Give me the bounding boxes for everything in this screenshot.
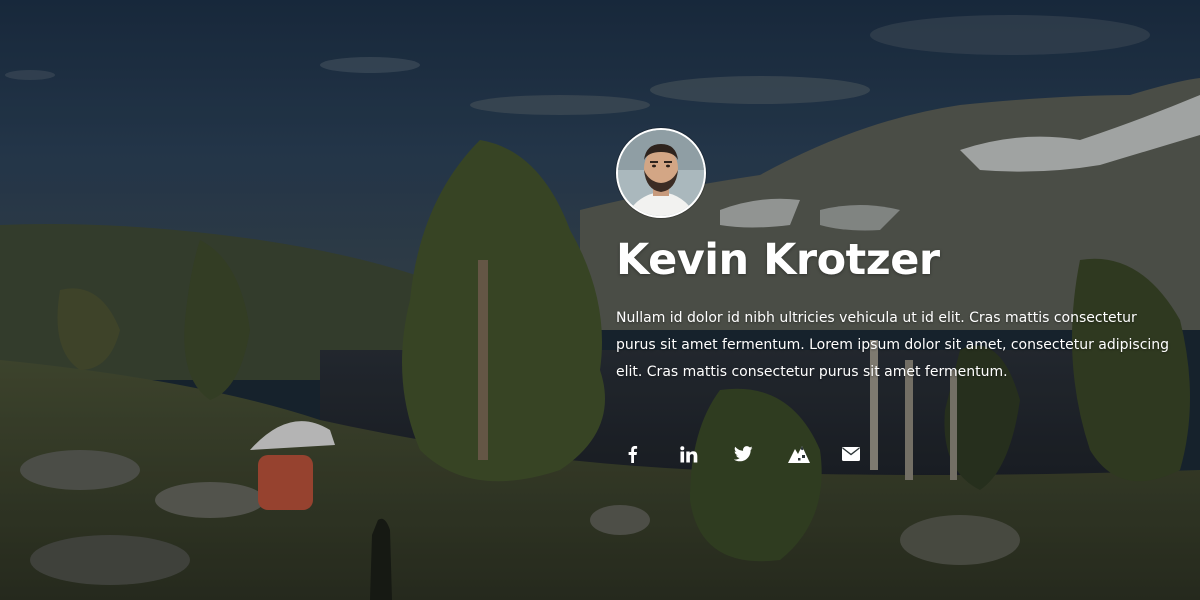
email-link[interactable]	[834, 438, 888, 470]
avatar	[616, 128, 706, 218]
profile-bio: Nullam id dolor id nibh ultricies vehicu…	[616, 310, 1170, 381]
profile-name: Kevin Krotzer	[616, 235, 940, 285]
social-links	[618, 438, 1186, 470]
facebook-link[interactable]	[618, 438, 672, 470]
profile-photo-icon	[618, 130, 704, 216]
linkedin-icon	[680, 445, 698, 463]
linkedin-link[interactable]	[672, 438, 726, 470]
facebook-icon	[628, 446, 638, 464]
twitter-icon	[734, 446, 753, 462]
profile-card: Kevin Krotzer Nullam id dolor id nibh ul…	[616, 128, 1186, 470]
twitter-link[interactable]	[726, 438, 780, 470]
mountain-link[interactable]	[780, 438, 834, 470]
envelope-icon	[842, 447, 860, 462]
mountain-icon	[788, 446, 810, 464]
hero-section: Kevin Krotzer Nullam id dolor id nibh ul…	[0, 0, 1200, 600]
